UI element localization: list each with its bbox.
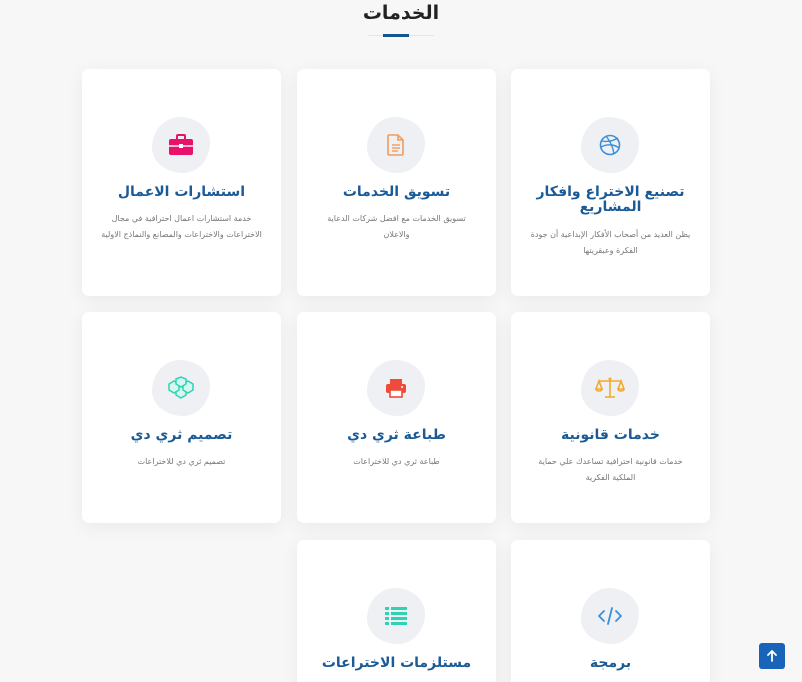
icon-blob — [152, 360, 210, 416]
service-title: برمجة — [589, 655, 632, 671]
service-description: يظن العديد من أصحاب الأفكار الإبداعية أن… — [530, 230, 691, 255]
cubes-icon — [168, 376, 194, 399]
service-card-legal[interactable]: خدمات قانونية خدمات قانونية احترافية تسا… — [511, 312, 710, 523]
code-icon — [598, 607, 622, 625]
service-title: مستلزمات الاختراعات — [321, 655, 472, 671]
service-description: تسويق الخدمات مع افضل شركات الدعاية والا… — [327, 214, 466, 239]
service-card-programming[interactable]: برمجة — [511, 540, 710, 682]
section-title: الخدمات — [362, 2, 440, 24]
dribbble-icon — [599, 134, 621, 156]
service-title: خدمات قانونية — [561, 427, 660, 443]
scale-icon — [595, 377, 625, 398]
service-title: تصنيع الاختراع وافكار المشاريع — [536, 184, 685, 215]
service-card-supplies[interactable]: مستلزمات الاختراعات — [297, 540, 496, 682]
service-title: تسويق الخدمات — [342, 184, 451, 200]
scroll-to-top-button[interactable] — [759, 643, 785, 669]
icon-blob — [581, 588, 639, 644]
icon-blob — [581, 117, 639, 173]
service-title: تصميم ثري دي — [130, 427, 233, 443]
icon-blob — [367, 588, 425, 644]
service-description: خدمات قانونية احترافية تساعدك علي حماية … — [538, 457, 683, 482]
service-description: تصميم ثري دي للاختراعات — [137, 457, 226, 466]
icon-blob — [367, 117, 425, 173]
icon-blob — [367, 360, 425, 416]
document-icon — [387, 134, 404, 156]
service-card-marketing[interactable]: تسويق الخدمات تسويق الخدمات مع افضل شركا… — [297, 69, 496, 296]
service-description: خدمة استشارات اعمال احترافية في مجال الا… — [101, 214, 262, 239]
service-title: استشارات الاعمال — [117, 184, 246, 200]
printer-icon — [386, 379, 406, 398]
arrow-up-icon — [767, 650, 777, 662]
icon-blob — [152, 117, 210, 173]
service-card-business-consulting[interactable]: استشارات الاعمال خدمة استشارات اعمال احت… — [82, 69, 281, 296]
service-card-manufacturing[interactable]: تصنيع الاختراع وافكار المشاريع يظن العدي… — [511, 69, 710, 296]
service-description: طباعة ثري دي للاختراعات — [353, 457, 440, 466]
service-card-3d-printing[interactable]: طباعة ثري دي طباعة ثري دي للاختراعات — [297, 312, 496, 523]
service-title: طباعة ثري دي — [347, 427, 446, 443]
icon-blob — [581, 360, 639, 416]
title-underline — [383, 34, 409, 37]
briefcase-icon — [169, 134, 193, 155]
list-icon — [385, 607, 407, 625]
service-card-3d-design[interactable]: تصميم ثري دي تصميم ثري دي للاختراعات — [82, 312, 281, 523]
